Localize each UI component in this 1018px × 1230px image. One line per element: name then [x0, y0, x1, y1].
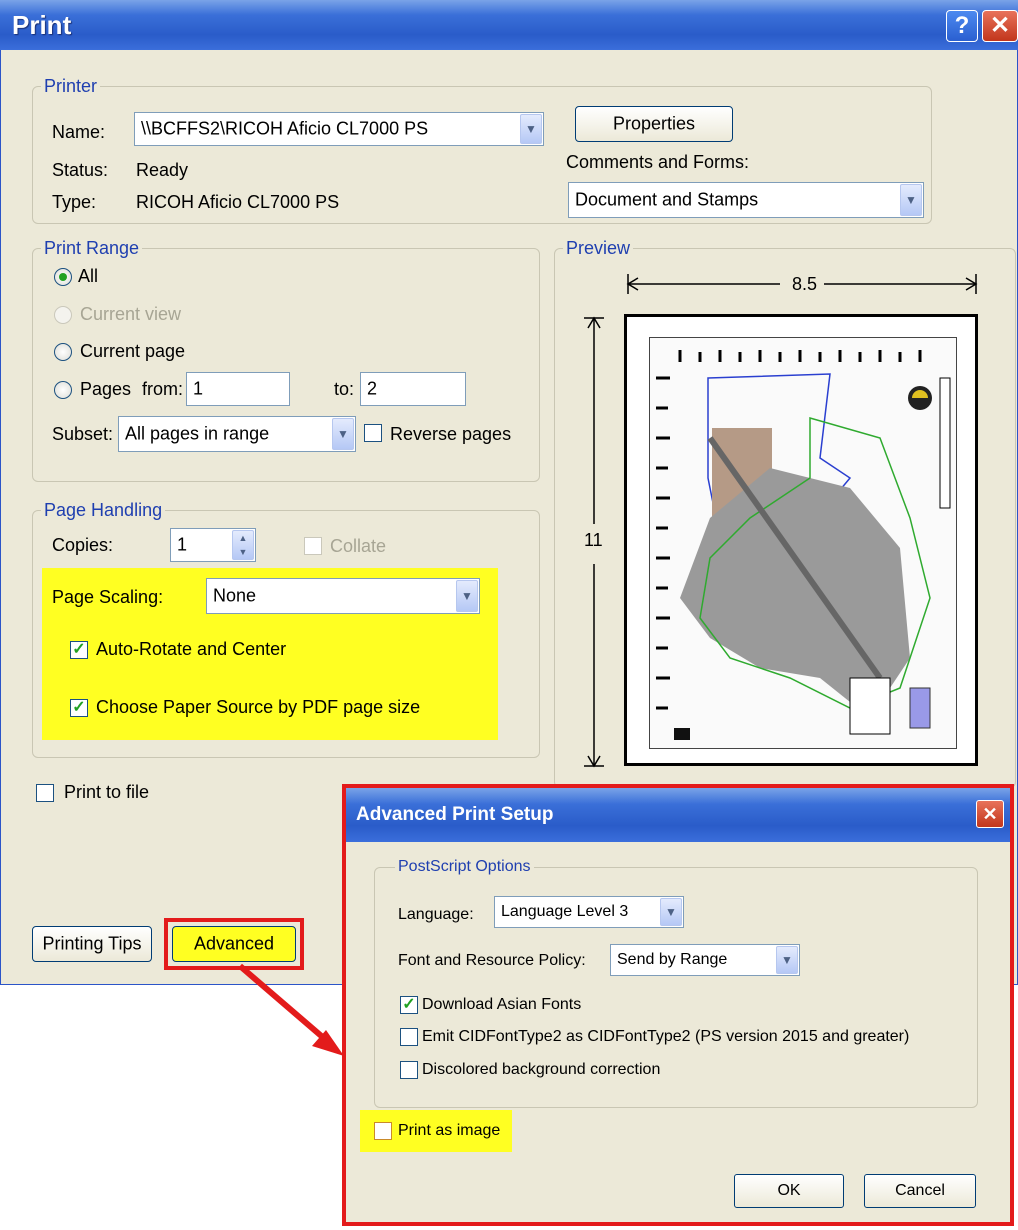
emit-cid-checkbox[interactable] [400, 1028, 418, 1046]
ok-button[interactable]: OK [734, 1174, 844, 1208]
discolored-background-label: Discolored background correction [422, 1061, 661, 1078]
advanced-print-setup-dialog: Advanced Print Setup ✕ PostScript Option… [342, 784, 1014, 1226]
close-icon: ✕ [982, 804, 998, 824]
discolored-background-checkbox[interactable] [400, 1061, 418, 1079]
language-label: Language: [398, 906, 474, 923]
chevron-down-icon: ▼ [660, 898, 682, 926]
language-value: Language Level 3 [501, 903, 629, 920]
cancel-label: Cancel [895, 1182, 945, 1199]
emit-cid-label: Emit CIDFontType2 as CIDFontType2 (PS ve… [422, 1028, 910, 1045]
font-policy-value: Send by Range [617, 951, 728, 968]
advanced-title: Advanced Print Setup [356, 804, 554, 825]
download-asian-fonts-checkbox[interactable]: ✓ [400, 996, 418, 1014]
chevron-down-icon: ▼ [776, 946, 798, 974]
print-as-image-label: Print as image [398, 1122, 501, 1139]
ok-label: OK [777, 1182, 801, 1199]
cancel-button[interactable]: Cancel [864, 1174, 976, 1208]
language-select[interactable]: Language Level 3 ▼ [494, 896, 684, 928]
advanced-titlebar[interactable]: Advanced Print Setup ✕ [346, 788, 1010, 842]
print-as-image-checkbox[interactable] [374, 1122, 392, 1140]
font-policy-label: Font and Resource Policy: [398, 952, 586, 969]
download-asian-fonts-label: Download Asian Fonts [422, 996, 582, 1013]
postscript-options-legend: PostScript Options [398, 858, 531, 875]
advanced-close-button[interactable]: ✕ [976, 800, 1004, 828]
font-policy-select[interactable]: Send by Range ▼ [610, 944, 800, 976]
